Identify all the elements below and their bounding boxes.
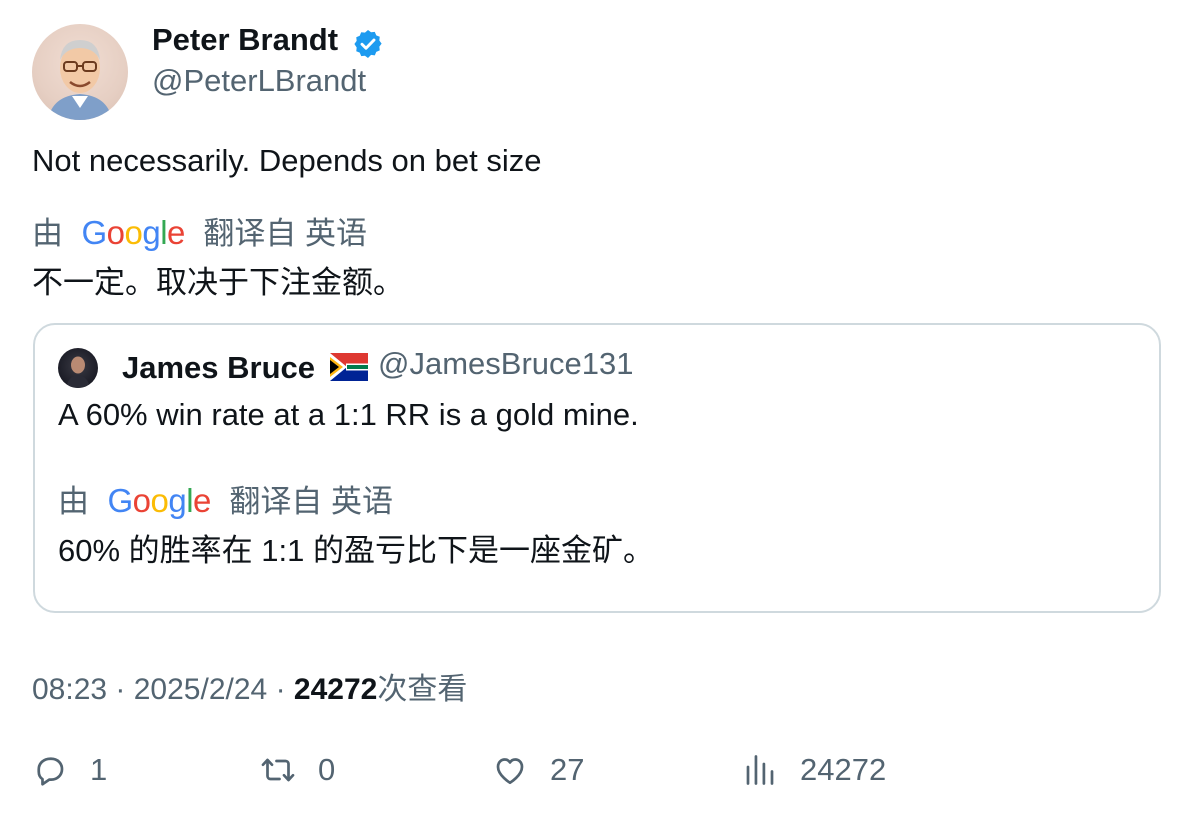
reply-count: 1 xyxy=(90,752,108,787)
quote-author-handle[interactable]: @JamesBruce131 xyxy=(378,346,633,382)
reply-button[interactable]: 1 xyxy=(32,748,107,792)
retweet-button[interactable]: 0 xyxy=(260,748,335,792)
tweet-date[interactable]: 2025/2/24 xyxy=(134,673,267,706)
translated-text: 不一定。取决于下注金额。 xyxy=(32,265,404,300)
views-count: 24272 xyxy=(800,752,887,787)
reply-icon xyxy=(37,757,64,786)
view-count: 24272 xyxy=(293,673,378,706)
views-button[interactable]: 24272 xyxy=(742,748,886,792)
author-avatar[interactable] xyxy=(32,24,128,120)
heart-icon xyxy=(496,758,524,785)
tweet-text: Not necessarily. Depends on bet size xyxy=(32,143,542,178)
translation-from-label: 翻译自 英语 xyxy=(229,484,393,519)
translation-by-label: 由 xyxy=(58,484,89,519)
tweet-metadata: 08:23 · 2025/2/24 · 24272次查看 xyxy=(32,673,468,706)
like-count: 27 xyxy=(550,752,585,787)
author-name[interactable]: Peter Brandt xyxy=(152,22,338,58)
quote-translated-text: 60% 的胜率在 1:1 的盈亏比下是一座金矿。 xyxy=(58,533,654,568)
translation-by-label: 由 xyxy=(32,216,63,251)
translation-attribution: 由 Google 翻译自 英语 xyxy=(32,208,367,251)
quote-translation-attribution: 由 Google 翻译自 英语 xyxy=(58,476,393,519)
author-handle[interactable]: @PeterLBrandt xyxy=(152,63,366,99)
translation-from-label: 翻译自 英语 xyxy=(203,216,367,251)
retweet-count: 0 xyxy=(318,752,336,787)
quote-author-name[interactable]: James Bruce xyxy=(122,350,315,386)
quote-author-avatar[interactable] xyxy=(58,348,98,388)
google-logo: Google xyxy=(107,482,211,519)
south-africa-flag-icon xyxy=(330,353,368,381)
cartoon-portrait-icon xyxy=(48,40,112,120)
portrait-icon xyxy=(66,356,90,388)
quote-tweet-text: A 60% win rate at a 1:1 RR is a gold min… xyxy=(58,397,639,432)
retweet-icon xyxy=(261,758,295,782)
views-label: 次查看 xyxy=(377,673,468,706)
like-button[interactable]: 27 xyxy=(492,748,584,792)
tweet-time[interactable]: 08:23 xyxy=(32,673,107,706)
bar-chart-icon xyxy=(746,755,774,785)
google-logo: Google xyxy=(81,214,185,251)
verified-badge-icon xyxy=(352,28,384,60)
